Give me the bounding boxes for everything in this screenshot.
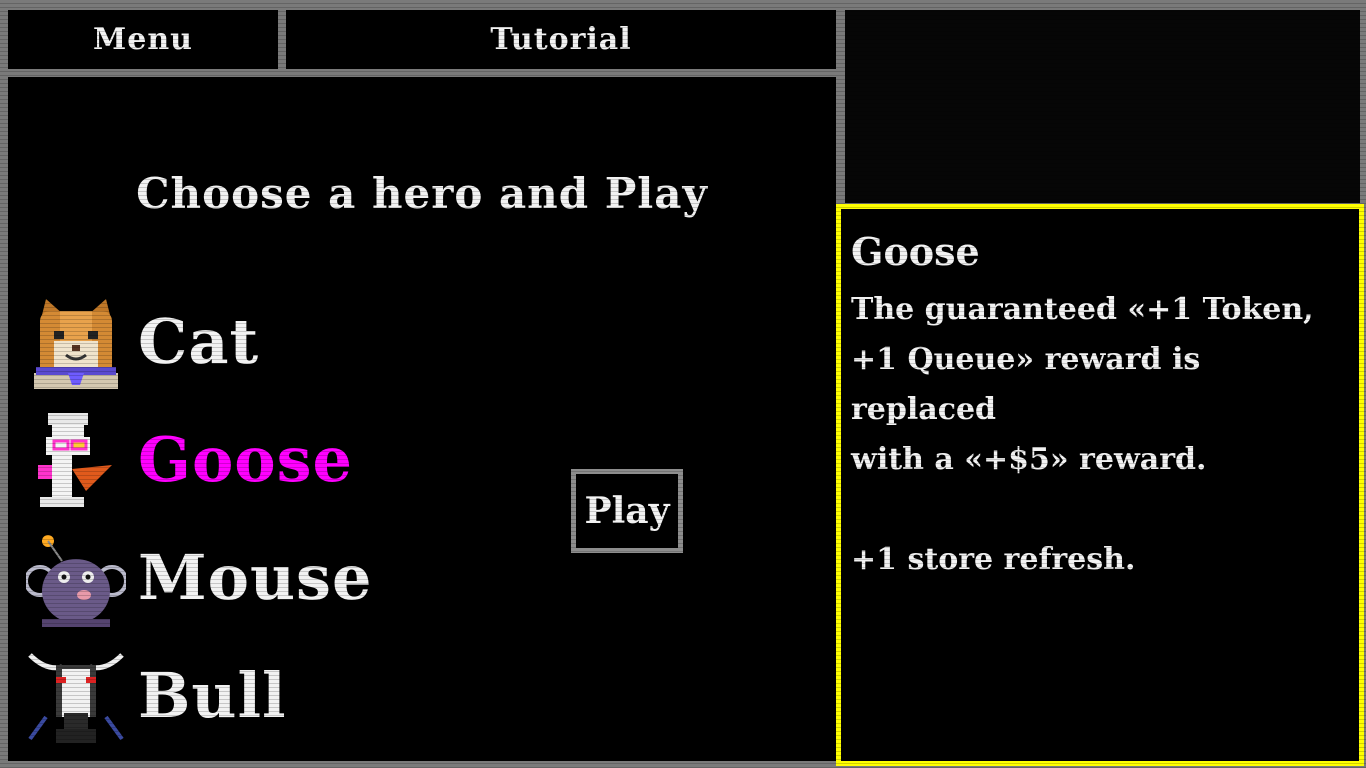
hero-select-panel: Choose a hero and Play Cat Goose Mouse B…	[8, 77, 836, 761]
top-right-empty-panel	[845, 10, 1360, 203]
menu-tab-label: Menu	[93, 22, 193, 57]
play-button[interactable]: Play	[571, 469, 683, 553]
hero-name: Mouse	[138, 541, 373, 614]
hero-item-cat[interactable]: Cat	[20, 287, 420, 397]
mouse-portrait-icon	[26, 535, 126, 627]
bull-portrait-icon	[28, 653, 124, 743]
hero-item-mouse[interactable]: Mouse	[20, 523, 420, 633]
hero-info-panel: Goose The guaranteed «+1 Token, +1 Queue…	[836, 204, 1364, 766]
menu-tab[interactable]: Menu	[8, 10, 278, 69]
info-description: The guaranteed «+1 Token, +1 Queue» rewa…	[851, 292, 1314, 577]
tutorial-tab-label: Tutorial	[490, 22, 632, 57]
tutorial-tab[interactable]: Tutorial	[286, 10, 836, 69]
info-hero-name: Goose	[851, 229, 980, 274]
page-title: Choose a hero and Play	[136, 169, 708, 218]
hero-item-bull[interactable]: Bull	[20, 641, 420, 751]
goose-portrait-icon	[38, 413, 112, 507]
hero-item-goose[interactable]: Goose	[20, 405, 420, 515]
hero-name: Bull	[138, 659, 287, 732]
hero-name: Cat	[138, 305, 260, 378]
cat-portrait-icon	[34, 299, 118, 389]
hero-name: Goose	[138, 423, 354, 496]
